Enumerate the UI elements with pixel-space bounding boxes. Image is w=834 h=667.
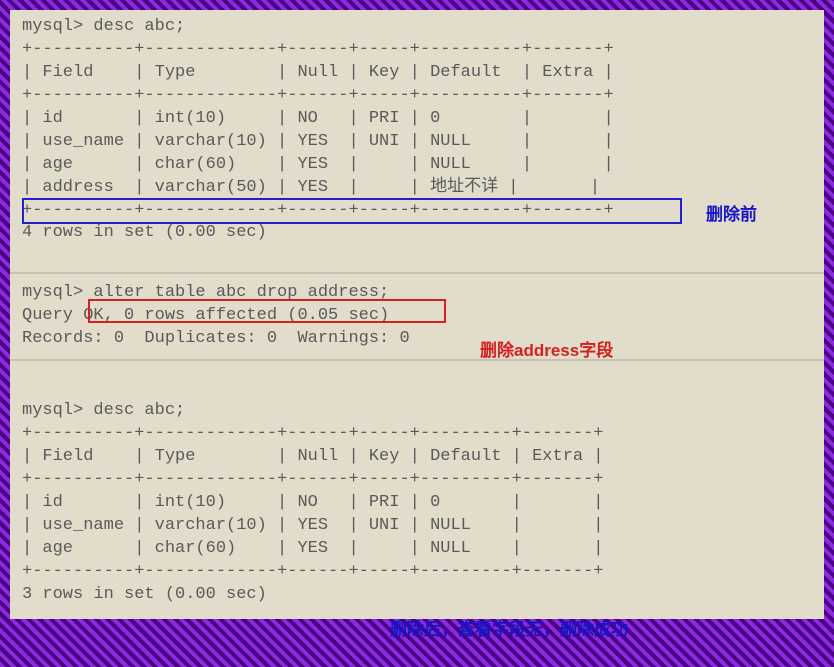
table2-row-id: | id | int(10) | NO | PRI | 0 | | [22, 492, 812, 515]
alter-records: Records: 0 Duplicates: 0 Warnings: 0 [22, 328, 812, 351]
desc-abc-cmd-2: mysql> desc abc; [22, 400, 812, 423]
table2-header: | Field | Type | Null | Key | Default | … [22, 446, 812, 469]
table1-border-top: +----------+-------------+------+-----+-… [22, 39, 812, 62]
desc-abc-cmd-1: mysql> desc abc; [22, 16, 812, 39]
table2-row-use-name: | use_name | varchar(10) | YES | UNI | N… [22, 515, 812, 538]
table2-border-bot: +----------+-------------+------+-----+-… [22, 561, 812, 584]
highlight-address-row [22, 198, 682, 224]
table2-result: 3 rows in set (0.00 sec) [22, 584, 812, 607]
table2-border-top: +----------+-------------+------+-----+-… [22, 423, 812, 446]
highlight-alter-cmd [88, 299, 446, 323]
blank-line-2 [22, 377, 812, 400]
table1-row-use-name: | use_name | varchar(10) | YES | UNI | N… [22, 131, 812, 154]
table1-row-age: | age | char(60) | YES | | NULL | | [22, 154, 812, 177]
table1-header: | Field | Type | Null | Key | Default | … [22, 62, 812, 85]
table1-row-address: | address | varchar(50) | YES | | 地址不详 |… [22, 177, 812, 200]
annotation-after-delete: 删除后，查看字段无，删除成功 [390, 615, 628, 640]
table1-row-id: | id | int(10) | NO | PRI | 0 | | [22, 108, 812, 131]
table2-row-age: | age | char(60) | YES | | NULL | | [22, 538, 812, 561]
table2-border-mid: +----------+-------------+------+-----+-… [22, 469, 812, 492]
table1-border-mid: +----------+-------------+------+-----+-… [22, 85, 812, 108]
annotation-delete-field: 删除address字段 [480, 336, 613, 361]
table1-result: 4 rows in set (0.00 sec) [22, 222, 812, 245]
terminal-container: mysql> desc abc; +----------+-----------… [10, 10, 824, 619]
blank-line-1 [22, 245, 812, 268]
annotation-before-delete: 删除前 [706, 200, 757, 225]
